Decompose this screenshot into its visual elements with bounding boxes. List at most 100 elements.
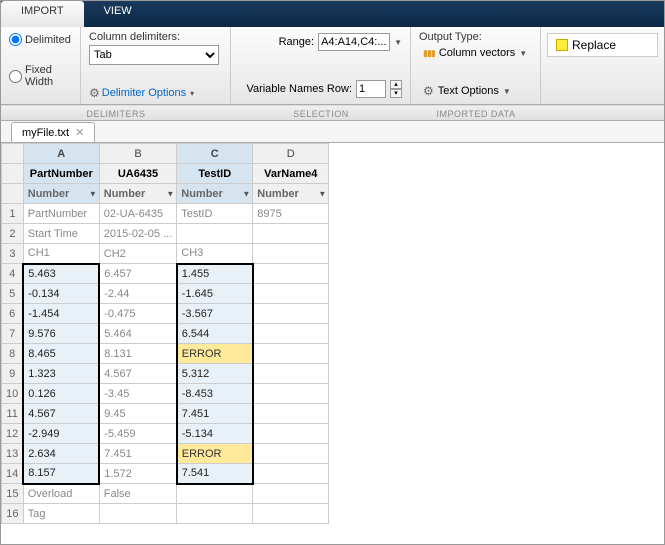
row-number[interactable]: 11 [2, 404, 24, 424]
row-number[interactable]: 1 [2, 204, 24, 224]
cell[interactable]: -5.459 [99, 424, 177, 444]
close-icon[interactable]: ✕ [75, 126, 84, 139]
cell[interactable]: 8.157 [23, 464, 99, 484]
column-type[interactable]: Number▼ [23, 184, 99, 204]
cell[interactable]: -3.567 [177, 304, 253, 324]
cell[interactable]: ERROR [177, 444, 253, 464]
cell[interactable] [253, 444, 329, 464]
data-grid[interactable]: ABCDPartNumberUA6435TestIDVarName4Number… [1, 143, 664, 544]
cell[interactable]: 7.451 [177, 404, 253, 424]
cell[interactable] [253, 504, 329, 524]
cell[interactable] [253, 304, 329, 324]
column-letter[interactable]: B [99, 144, 177, 164]
cell[interactable]: PartNumber [23, 204, 99, 224]
tab-import[interactable]: IMPORT [1, 1, 84, 27]
cell[interactable]: CH1 [23, 244, 99, 264]
cell[interactable]: 5.312 [177, 364, 253, 384]
range-dropdown-icon[interactable]: ▼ [394, 38, 402, 47]
text-options-button[interactable]: Text Options ▼ [419, 82, 532, 100]
column-letter[interactable]: C [177, 144, 253, 164]
cell[interactable]: 7.541 [177, 464, 253, 484]
radio-fixed-width[interactable]: Fixed Width [9, 64, 72, 88]
cell[interactable]: 4.567 [23, 404, 99, 424]
cell[interactable]: 02-UA-6435 [99, 204, 177, 224]
cell[interactable]: Tag [23, 504, 99, 524]
cell[interactable]: 8975 [253, 204, 329, 224]
cell[interactable]: 1.323 [23, 364, 99, 384]
row-number[interactable]: 3 [2, 244, 24, 264]
cell[interactable] [253, 224, 329, 244]
range-input[interactable] [318, 33, 390, 51]
cell[interactable] [99, 504, 177, 524]
cell[interactable]: CH3 [177, 244, 253, 264]
cell[interactable]: 9.576 [23, 324, 99, 344]
cell[interactable]: -0.475 [99, 304, 177, 324]
cell[interactable]: Overload [23, 484, 99, 504]
row-number[interactable]: 16 [2, 504, 24, 524]
cell[interactable]: 5.463 [23, 264, 99, 284]
column-type[interactable]: Number▼ [177, 184, 253, 204]
cell[interactable] [253, 244, 329, 264]
cell[interactable]: -0.134 [23, 284, 99, 304]
row-number[interactable]: 4 [2, 264, 24, 284]
cell[interactable]: 5.464 [99, 324, 177, 344]
cell[interactable]: 6.544 [177, 324, 253, 344]
row-number[interactable]: 2 [2, 224, 24, 244]
cell[interactable] [177, 504, 253, 524]
column-delimiters-select[interactable]: Tab [89, 45, 219, 65]
column-name[interactable]: TestID [177, 164, 253, 184]
row-number[interactable]: 12 [2, 424, 24, 444]
cell[interactable] [253, 384, 329, 404]
row-number[interactable]: 10 [2, 384, 24, 404]
cell[interactable]: Start Time [23, 224, 99, 244]
cell[interactable] [177, 484, 253, 504]
cell[interactable] [253, 264, 329, 284]
cell[interactable] [253, 464, 329, 484]
row-number[interactable]: 14 [2, 464, 24, 484]
output-type-button[interactable]: Column vectors ▼ [419, 45, 532, 61]
cell[interactable] [253, 324, 329, 344]
cell[interactable]: -3.45 [99, 384, 177, 404]
cell[interactable]: -5.134 [177, 424, 253, 444]
cell[interactable] [253, 484, 329, 504]
var-names-row-input[interactable] [356, 80, 386, 98]
column-letter[interactable]: D [253, 144, 329, 164]
cell[interactable]: 1.455 [177, 264, 253, 284]
replace-button[interactable]: Replace [547, 33, 658, 57]
cell[interactable]: 1.572 [99, 464, 177, 484]
cell[interactable]: 6.457 [99, 264, 177, 284]
cell[interactable] [253, 404, 329, 424]
var-names-spinner[interactable]: ▴▾ [390, 80, 402, 98]
radio-delimited-input[interactable] [9, 33, 22, 46]
cell[interactable]: CH2 [99, 244, 177, 264]
cell[interactable] [253, 424, 329, 444]
cell[interactable]: -1.645 [177, 284, 253, 304]
row-number[interactable]: 9 [2, 364, 24, 384]
row-number[interactable]: 5 [2, 284, 24, 304]
cell[interactable] [253, 364, 329, 384]
delimiter-options-button[interactable]: Delimiter Options [89, 86, 222, 100]
cell[interactable]: 2015-02-05 ... [99, 224, 177, 244]
cell[interactable]: 2.634 [23, 444, 99, 464]
cell[interactable] [253, 344, 329, 364]
row-number[interactable]: 7 [2, 324, 24, 344]
cell[interactable]: 7.451 [99, 444, 177, 464]
cell[interactable]: 8.465 [23, 344, 99, 364]
row-number[interactable]: 15 [2, 484, 24, 504]
column-name[interactable]: VarName4 [253, 164, 329, 184]
column-letter[interactable]: A [23, 144, 99, 164]
row-number[interactable]: 13 [2, 444, 24, 464]
cell[interactable]: TestID [177, 204, 253, 224]
cell[interactable]: -2.949 [23, 424, 99, 444]
radio-delimited[interactable]: Delimited [9, 33, 72, 46]
cell[interactable]: 0.126 [23, 384, 99, 404]
tab-view[interactable]: VIEW [84, 1, 152, 27]
column-type[interactable]: Number▼ [253, 184, 329, 204]
row-number[interactable]: 6 [2, 304, 24, 324]
cell[interactable]: False [99, 484, 177, 504]
radio-fixed-width-input[interactable] [9, 70, 22, 83]
row-number[interactable]: 8 [2, 344, 24, 364]
column-name[interactable]: UA6435 [99, 164, 177, 184]
file-tab[interactable]: myFile.txt ✕ [11, 122, 95, 142]
cell[interactable]: -2.44 [99, 284, 177, 304]
